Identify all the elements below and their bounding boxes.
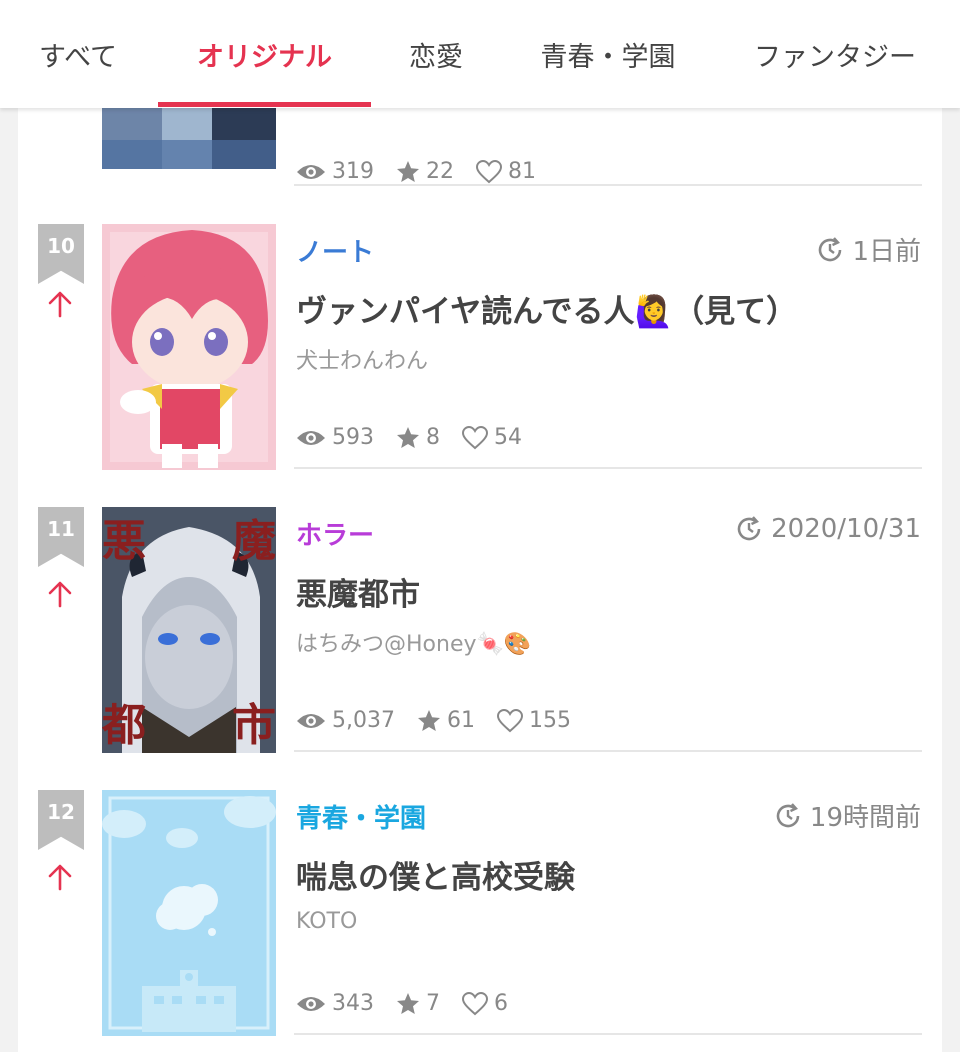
eye-icon xyxy=(297,164,325,179)
like-count: 155 xyxy=(528,708,571,733)
cover-image[interactable] xyxy=(102,224,276,470)
list-item[interactable]: 10 ノート xyxy=(18,186,942,470)
rank-badge: 10 xyxy=(38,224,84,284)
heart-icon xyxy=(496,708,523,732)
author-name[interactable]: KOTO xyxy=(296,909,357,934)
star-icon xyxy=(397,160,419,182)
cover-text: 市 xyxy=(232,700,276,751)
time-text: 19時間前 xyxy=(809,803,921,833)
star-count: 61 xyxy=(446,708,475,733)
item-stats: 593 8 54 xyxy=(296,425,544,450)
rank-badge: 11 xyxy=(38,507,84,567)
rank-badge: 12 xyxy=(38,790,84,850)
clock-refresh-icon xyxy=(776,802,800,827)
view-count: 343 xyxy=(332,991,374,1016)
item-stats: 343 7 6 xyxy=(296,991,530,1016)
star-icon xyxy=(397,426,419,448)
rank-number: 10 xyxy=(47,234,75,258)
like-count: 54 xyxy=(494,425,522,450)
like-count: 6 xyxy=(494,991,508,1016)
eye-icon xyxy=(297,430,325,445)
author-name[interactable]: 犬士わんわん xyxy=(296,343,428,375)
eye-icon xyxy=(297,996,325,1011)
tab-youth-school[interactable]: 青春・学園 xyxy=(520,0,696,108)
genre-label[interactable]: ノート xyxy=(296,232,374,269)
time-text: 2020/10/31 xyxy=(771,514,921,544)
cover-text: 魔 xyxy=(232,516,276,567)
view-count: 593 xyxy=(332,425,374,450)
genre-tab-bar: すべて オリジナル 恋愛 青春・学園 ファンタジー xyxy=(0,0,960,108)
rank-up-arrow-icon xyxy=(48,864,72,891)
eye-icon xyxy=(297,713,325,728)
heart-icon xyxy=(462,991,488,1015)
tab-fantasy[interactable]: ファンタジー xyxy=(738,0,932,108)
divider xyxy=(294,1033,922,1035)
star-count: 8 xyxy=(426,425,440,450)
like-count: 81 xyxy=(508,159,536,184)
star-count: 22 xyxy=(426,159,454,184)
cover-text: 悪 xyxy=(102,516,146,567)
star-icon xyxy=(417,709,440,731)
star-icon xyxy=(397,992,419,1014)
tab-original[interactable]: オリジナル xyxy=(158,0,371,108)
cover-text: 都 xyxy=(102,700,146,751)
genre-label[interactable]: ホラー xyxy=(296,515,374,552)
heart-icon xyxy=(476,159,502,183)
item-title[interactable]: ヴァンパイヤ読んでる人🙋‍♀️（見て） xyxy=(296,286,797,331)
updated-time: 2020/10/31 xyxy=(735,514,921,544)
rank-up-arrow-icon xyxy=(48,581,72,608)
author-name[interactable]: はちみつ@Honey🍬🎨 xyxy=(296,626,531,658)
clock-refresh-icon xyxy=(819,236,842,261)
item-stats: 5,037 61 155 xyxy=(296,708,593,733)
cover-image[interactable]: 悪 魔 都 市 xyxy=(102,507,276,753)
tab-all[interactable]: すべて xyxy=(10,0,146,108)
view-count: 319 xyxy=(332,159,374,184)
tab-romance[interactable]: 恋愛 xyxy=(382,0,490,108)
rank-number: 12 xyxy=(47,800,75,824)
heart-icon xyxy=(462,425,488,449)
active-tab-indicator xyxy=(158,102,371,107)
time-text: 1日前 xyxy=(852,237,921,267)
genre-label[interactable]: 青春・学園 xyxy=(296,798,426,835)
updated-time: 1日前 xyxy=(816,231,921,268)
list-item[interactable]: 12 青春・学園 19時間前 喘息の僕と高校受験 KOTO 343 7 6 xyxy=(18,752,942,1036)
item-title[interactable]: 悪魔都市 xyxy=(296,569,420,614)
rank-number: 11 xyxy=(47,517,75,541)
item-title[interactable]: 喘息の僕と高校受験 xyxy=(296,852,575,897)
list-item[interactable]: 11 悪 魔 都 市 ホラー 2020/10/31 悪魔都市 はちみつ@Hone… xyxy=(18,469,942,753)
cover-image[interactable] xyxy=(102,108,276,169)
updated-time: 19時間前 xyxy=(774,797,921,834)
list-item[interactable]: 319 22 81 xyxy=(18,108,942,186)
view-count: 5,037 xyxy=(332,708,395,733)
ranking-list: 319 22 81 10 xyxy=(18,108,942,1052)
star-count: 7 xyxy=(426,991,440,1016)
cover-image[interactable] xyxy=(102,790,276,1036)
item-stats: 319 22 81 xyxy=(296,159,558,184)
clock-refresh-icon xyxy=(737,516,761,541)
rank-up-arrow-icon xyxy=(48,291,72,318)
